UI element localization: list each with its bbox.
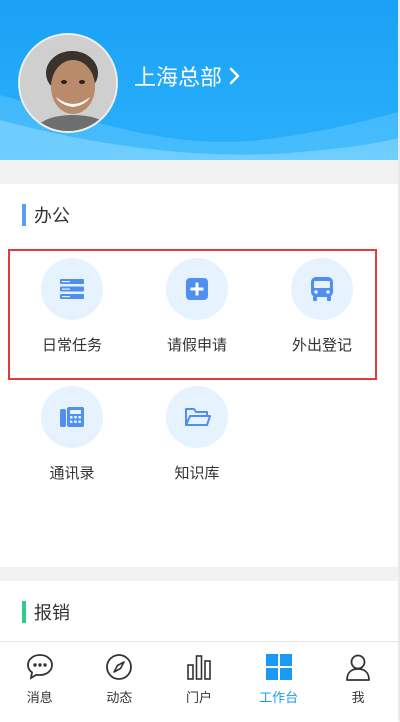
expense-section-title: 报销 xyxy=(22,599,70,625)
chat-icon xyxy=(26,654,53,680)
tab-workbench[interactable]: 工作台 xyxy=(239,642,319,722)
org-title-link[interactable]: 上海总部 xyxy=(134,60,242,92)
tab-me[interactable]: 我 xyxy=(318,642,398,722)
contacts-item[interactable]: 通讯录 xyxy=(12,386,132,483)
contacts-icon-circle xyxy=(41,386,103,448)
folder-icon xyxy=(185,408,211,426)
knowledge-base-item[interactable]: 知识库 xyxy=(137,386,257,483)
user-avatar-photo-icon xyxy=(20,35,116,131)
office-section-title: 办公 xyxy=(22,202,70,228)
section-accent-bar xyxy=(22,601,26,623)
expense-section: 报销 xyxy=(0,581,398,641)
bottom-tab-bar: 消息 动态 门户 工作台 我 xyxy=(0,641,398,722)
grid-icon xyxy=(265,654,292,680)
header-banner: 上海总部 xyxy=(0,0,398,160)
tab-activity[interactable]: 动态 xyxy=(80,642,160,722)
office-title-text: 办公 xyxy=(34,206,70,227)
expense-title-text: 报销 xyxy=(34,603,70,624)
phone-book-icon xyxy=(60,407,84,427)
avatar[interactable] xyxy=(18,33,118,133)
tab-portal[interactable]: 门户 xyxy=(159,642,239,722)
compass-icon xyxy=(106,654,133,680)
knowledge-base-icon-circle xyxy=(166,386,228,448)
chevron-right-icon xyxy=(229,67,240,85)
person-icon xyxy=(346,654,371,681)
highlight-box xyxy=(8,249,377,380)
tab-messages[interactable]: 消息 xyxy=(0,642,80,722)
knowledge-base-label: 知识库 xyxy=(174,464,220,482)
section-accent-bar xyxy=(22,204,26,226)
bar-chart-icon xyxy=(187,655,211,680)
contacts-label: 通讯录 xyxy=(49,464,95,482)
tab-portal-label: 门户 xyxy=(185,691,212,706)
tab-activity-label: 动态 xyxy=(106,691,133,706)
tab-workbench-label: 工作台 xyxy=(259,691,299,706)
tab-messages-label: 消息 xyxy=(26,691,53,706)
org-name: 上海总部 xyxy=(134,66,223,91)
tab-me-label: 我 xyxy=(351,691,365,706)
